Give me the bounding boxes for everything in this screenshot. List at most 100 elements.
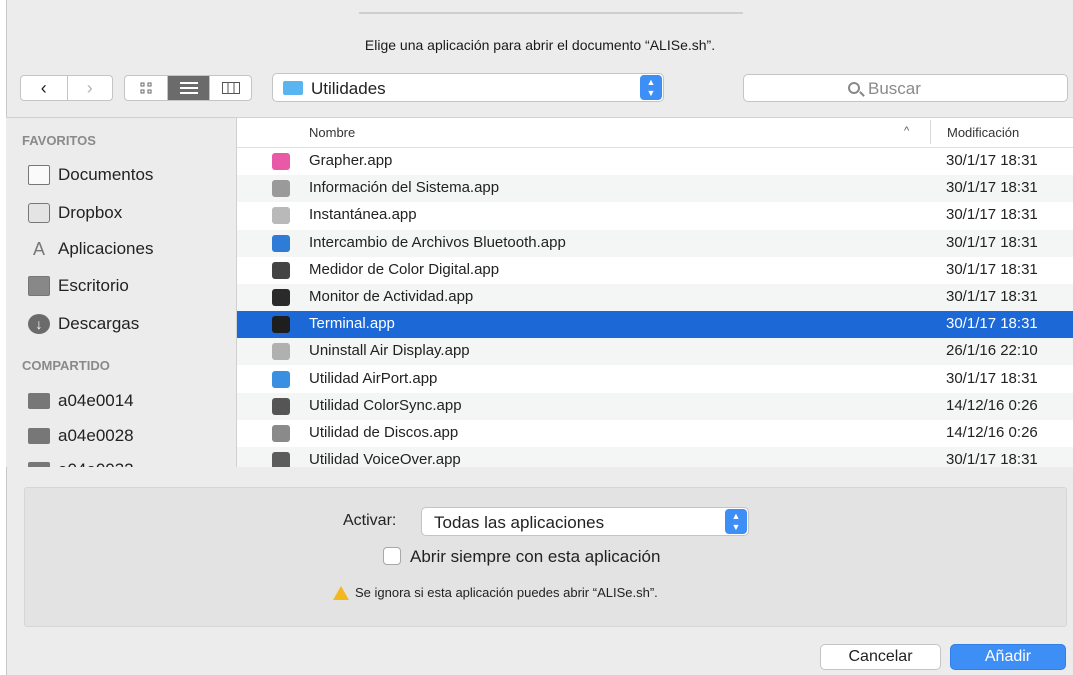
table-row[interactable]: Utilidad AirPort.app 30/1/17 18:31 <box>237 366 1073 393</box>
app-icon <box>272 153 290 170</box>
table-row[interactable]: Utilidad VoiceOver.app 30/1/17 18:31 <box>237 447 1073 467</box>
app-icon <box>272 397 290 415</box>
table-row[interactable]: Uninstall Air Display.app 26/1/16 22:10 <box>237 338 1073 366</box>
enable-label: Activar: <box>343 512 397 529</box>
sidebar-item-a04e0032[interactable]: a04e0032 <box>28 455 134 467</box>
file-modified-date: 30/1/17 18:31 <box>946 369 1038 387</box>
file-modified-date: 30/1/17 18:31 <box>946 260 1038 278</box>
column-divider <box>930 120 931 144</box>
search-icon <box>848 82 860 94</box>
sidebar-item-label: Descargas <box>58 314 140 333</box>
forward-button[interactable]: › <box>66 76 113 100</box>
table-row[interactable]: Monitor de Actividad.app 30/1/17 18:31 <box>237 284 1073 311</box>
column-header-name[interactable]: Nombre <box>309 125 355 140</box>
table-row[interactable]: Terminal.app 30/1/17 18:31 <box>237 311 1073 339</box>
file-name: Utilidad AirPort.app <box>309 369 438 387</box>
sidebar-item-descargas[interactable]: ↓ Descargas <box>28 309 139 339</box>
file-modified-date: 30/1/17 18:31 <box>946 179 1038 197</box>
table-row[interactable]: Grapher.app 30/1/17 18:31 <box>237 148 1073 175</box>
options-panel: Activar: Todas las aplicaciones ▲ ▼ Abrir… <box>24 487 1067 627</box>
file-modified-date: 30/1/17 18:31 <box>946 233 1038 251</box>
sidebar-item-a04e0014[interactable]: a04e0014 <box>28 386 134 416</box>
location-label: Utilidades <box>311 79 386 98</box>
view-mode-buttons <box>124 75 252 101</box>
computer-icon <box>28 393 50 409</box>
app-icon <box>272 207 290 225</box>
always-open-label[interactable]: Abrir siempre con esta aplicación <box>410 547 660 567</box>
table-row[interactable]: Información del Sistema.app 30/1/17 18:31 <box>237 175 1073 203</box>
navigation-buttons: ‹ › <box>20 75 113 101</box>
list-view-button[interactable] <box>167 76 209 100</box>
cancel-button[interactable]: Cancelar <box>820 644 941 670</box>
sidebar-header-favorites: FAVORITOS <box>22 133 96 148</box>
app-icon <box>272 343 290 361</box>
icon-view-icon <box>140 82 152 94</box>
file-name: Monitor de Actividad.app <box>309 288 474 305</box>
dialog-prompt: Elige una aplicación para abrir el docum… <box>364 37 716 53</box>
title-notch <box>359 0 743 14</box>
back-icon: ‹ <box>40 77 47 98</box>
table-row[interactable]: Medidor de Color Digital.app 30/1/17 18:3… <box>237 257 1073 284</box>
computer-icon <box>28 428 50 444</box>
file-list: Nombre ^ Modificación Grapher.app 30/1/17… <box>237 117 1073 467</box>
computer-icon <box>28 462 50 467</box>
sidebar-item-a04e0028[interactable]: a04e0028 <box>28 421 134 451</box>
sidebar-item-label: Aplicaciones <box>58 239 154 258</box>
app-icon <box>272 452 290 467</box>
always-open-checkbox[interactable] <box>383 547 401 565</box>
file-modified-date: 30/1/17 18:31 <box>946 288 1038 305</box>
app-icon <box>272 370 290 388</box>
downloads-icon: ↓ <box>28 314 50 334</box>
file-modified-date: 30/1/17 18:31 <box>946 206 1038 224</box>
file-name: Terminal.app <box>309 315 395 333</box>
file-modified-date: 30/1/17 18:31 <box>946 152 1038 169</box>
location-popup[interactable]: Utilidades ▲ ▼ <box>272 73 664 102</box>
folder-icon <box>28 203 50 223</box>
desktop-icon <box>28 276 50 296</box>
app-icon <box>272 425 290 442</box>
column-header-modified[interactable]: Modificación <box>947 125 1019 140</box>
back-button[interactable]: ‹ <box>21 76 67 100</box>
file-modified-date: 30/1/17 18:31 <box>946 451 1038 467</box>
file-name: Utilidad de Discos.app <box>309 424 459 441</box>
sidebar-item-label: Escritorio <box>58 276 129 295</box>
warning-icon <box>333 586 349 600</box>
column-view-icon <box>221 82 240 94</box>
folder-icon <box>283 81 303 95</box>
icon-view-button[interactable] <box>125 76 167 100</box>
sidebar: FAVORITOS Documentos Dropbox A Aplicacio… <box>6 117 237 467</box>
file-name: Instantánea.app <box>309 206 417 224</box>
app-icon <box>272 261 290 279</box>
table-row[interactable]: Instantánea.app 30/1/17 18:31 <box>237 202 1073 229</box>
applications-icon: A <box>32 239 45 259</box>
sidebar-item-label: a04e0014 <box>58 391 134 410</box>
sidebar-item-label: Dropbox <box>58 203 123 222</box>
enable-popup[interactable]: Todas las aplicaciones ▲ ▼ <box>421 507 749 536</box>
search-placeholder: Buscar <box>868 79 921 98</box>
app-icon <box>272 234 290 252</box>
forward-icon: › <box>86 77 93 98</box>
table-row[interactable]: Utilidad ColorSync.app 14/12/16 0:26 <box>237 392 1073 420</box>
sidebar-item-dropbox[interactable]: Dropbox <box>28 198 122 228</box>
file-modified-date: 14/12/16 0:26 <box>946 424 1038 441</box>
table-row[interactable]: Utilidad de Discos.app 14/12/16 0:26 <box>237 420 1073 447</box>
app-icon <box>272 289 290 306</box>
file-modified-date: 26/1/16 22:10 <box>946 342 1038 360</box>
add-button[interactable]: Añadir <box>950 644 1066 670</box>
sort-ascending-icon: ^ <box>904 125 910 137</box>
search-field[interactable]: Buscar <box>743 74 1068 102</box>
sidebar-item-aplicaciones[interactable]: A Aplicaciones <box>28 234 153 264</box>
sidebar-item-documentos[interactable]: Documentos <box>28 160 153 190</box>
popup-stepper-icon: ▲ ▼ <box>725 509 747 534</box>
sidebar-item-label: a04e0032 <box>58 460 134 467</box>
file-name: Utilidad ColorSync.app <box>309 396 462 414</box>
column-view-button[interactable] <box>209 76 251 100</box>
sidebar-item-escritorio[interactable]: Escritorio <box>28 271 129 301</box>
warning-text: Se ignora si esta aplicación puedes abri… <box>355 585 658 600</box>
file-name: Uninstall Air Display.app <box>309 342 470 360</box>
enable-popup-value: Todas las aplicaciones <box>434 513 605 532</box>
table-row[interactable]: Intercambio de Archivos Bluetooth.app 30/… <box>237 229 1073 257</box>
sidebar-header-shared: COMPARTIDO <box>22 358 110 373</box>
file-name: Intercambio de Archivos Bluetooth.app <box>309 233 566 251</box>
file-name: Medidor de Color Digital.app <box>309 260 500 278</box>
